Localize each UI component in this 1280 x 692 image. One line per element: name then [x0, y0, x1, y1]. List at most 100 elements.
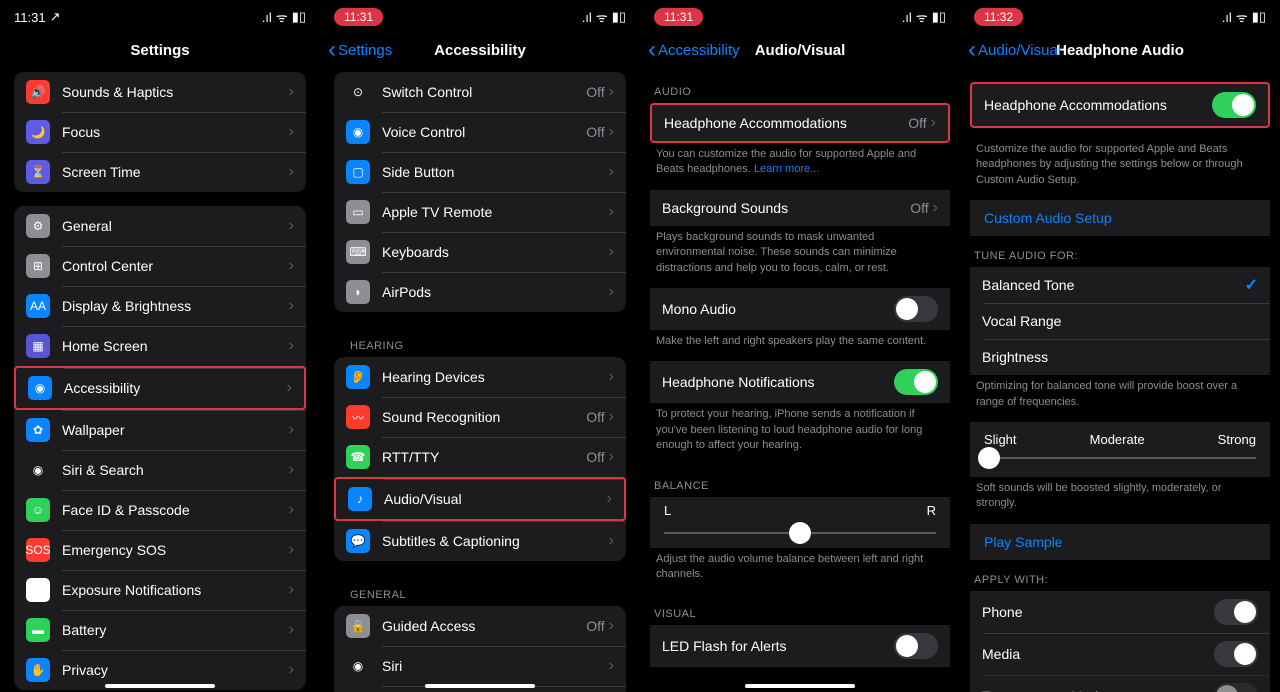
time: 11:31 — [334, 8, 383, 26]
row-apple-tv-remote[interactable]: ▭ Apple TV Remote › — [334, 192, 626, 232]
footer-text: Soft sounds will be boosted slightly, mo… — [960, 477, 1280, 524]
row-battery[interactable]: ▬ Battery › — [14, 610, 306, 650]
row-apply-transparency[interactable]: Transparency Mode — [970, 675, 1270, 692]
nav-back[interactable]: Settings — [328, 42, 392, 59]
row-siri-search[interactable]: ◉ Siri & Search › — [14, 450, 306, 490]
chevron-icon: › — [289, 541, 294, 559]
signal-icon: .ıl — [1222, 10, 1232, 25]
home-indicator[interactable] — [105, 684, 215, 688]
row-emergency-sos[interactable]: SOS Emergency SOS › — [14, 530, 306, 570]
home-indicator[interactable] — [425, 684, 535, 688]
tune-option-vocal-range[interactable]: Vocal Range — [970, 303, 1270, 339]
status-bar: 11:32 .ıl ᯤ ▮▯ — [960, 0, 1280, 34]
row-hearing-devices[interactable]: 👂 Hearing Devices › — [334, 357, 626, 397]
row-siri[interactable]: ◉ Siri › — [334, 646, 626, 686]
toggle-phone[interactable] — [1214, 599, 1258, 625]
setting-icon: ▢ — [346, 160, 370, 184]
signal-icon: .ıl — [262, 10, 272, 25]
row-home-screen[interactable]: ▦ Home Screen › — [14, 326, 306, 366]
row-side-button[interactable]: ▢ Side Button › — [334, 152, 626, 192]
strength-slider[interactable] — [984, 457, 1256, 459]
row-display-brightness[interactable]: AA Display & Brightness › — [14, 286, 306, 326]
setting-icon: 👂 — [346, 365, 370, 389]
chevron-icon: › — [289, 621, 294, 639]
checkmark-icon: ✓ — [1245, 275, 1258, 295]
row-background-sounds[interactable]: Background Sounds Off › — [650, 190, 950, 226]
setting-icon: ✿ — [26, 418, 50, 442]
home-indicator[interactable] — [745, 684, 855, 688]
balance-slider[interactable] — [664, 532, 936, 534]
setting-icon: ♪ — [348, 487, 372, 511]
row-guided-access[interactable]: 🔒 Guided Access Off › — [334, 606, 626, 646]
row-control-center[interactable]: ⊞ Control Center › — [14, 246, 306, 286]
chevron-icon: › — [289, 297, 294, 315]
nav-bar: Settings — [0, 34, 320, 72]
row-subtitles-captioning[interactable]: 💬 Subtitles & Captioning › — [334, 521, 626, 561]
chevron-icon: › — [609, 408, 614, 426]
setting-icon: ◉ — [26, 458, 50, 482]
learn-more-link[interactable]: Learn more... — [754, 163, 819, 175]
row-apply-media[interactable]: Media — [970, 633, 1270, 675]
wifi-icon: ᯤ — [596, 8, 608, 26]
setting-icon: ◉ — [28, 376, 52, 400]
footer-text: Customize the audio for supported Apple … — [960, 138, 1280, 200]
chevron-icon: › — [289, 581, 294, 599]
tune-option-balanced-tone[interactable]: Balanced Tone ✓ — [970, 267, 1270, 303]
setting-icon: ⊙ — [346, 80, 370, 104]
signal-icon: .ıl — [582, 10, 592, 25]
row-led-flash[interactable]: LED Flash for Alerts — [650, 625, 950, 667]
row-headphone-accommodations[interactable]: Headphone Accommodations Off › — [652, 105, 948, 141]
tune-option-brightness[interactable]: Brightness — [970, 339, 1270, 375]
toggle-mono-audio[interactable] — [894, 296, 938, 322]
row-accessibility[interactable]: ◉ Accessibility › — [14, 366, 306, 410]
nav-back[interactable]: Accessibility — [648, 42, 740, 59]
setting-icon: ◉ — [26, 578, 50, 602]
footer-text: Adjust the audio volume balance between … — [640, 548, 960, 595]
toggle-led-flash[interactable] — [894, 633, 938, 659]
row-voice-control[interactable]: ◉ Voice Control Off › — [334, 112, 626, 152]
footer-text: You can customize the audio for supporte… — [640, 143, 960, 190]
slider-label-moderate: Moderate — [1090, 432, 1145, 447]
row-headphone-notifications[interactable]: Headphone Notifications — [650, 361, 950, 403]
row-wallpaper[interactable]: ✿ Wallpaper › — [14, 410, 306, 450]
chevron-icon: › — [289, 461, 294, 479]
row-keyboards[interactable]: ⌨ Keyboards › — [334, 232, 626, 272]
chevron-icon: › — [289, 421, 294, 439]
time: 11:31 — [654, 8, 703, 26]
row-screen-time[interactable]: ⏳ Screen Time › — [14, 152, 306, 192]
row-audio-visual[interactable]: ♪ Audio/Visual › — [334, 477, 626, 521]
play-sample[interactable]: Play Sample — [970, 524, 1270, 560]
row-mono-audio[interactable]: Mono Audio — [650, 288, 950, 330]
row-airpods[interactable]: ◗ AirPods › — [334, 272, 626, 312]
nav-bar: Settings Accessibility — [320, 34, 640, 72]
toggle-transparency[interactable] — [1214, 683, 1258, 692]
chevron-icon: › — [289, 257, 294, 275]
footer-text: To protect your hearing, iPhone sends a … — [640, 403, 960, 465]
row-general[interactable]: ⚙ General › — [14, 206, 306, 246]
chevron-icon: › — [289, 661, 294, 679]
custom-audio-setup[interactable]: Custom Audio Setup — [970, 200, 1270, 236]
status-bar: 11:31 ↗ .ıl ᯤ ▮▯ — [0, 0, 320, 34]
setting-icon: ◉ — [346, 120, 370, 144]
row-sound-recognition[interactable]: 〰 Sound Recognition Off › — [334, 397, 626, 437]
setting-icon: ⊞ — [26, 254, 50, 278]
toggle-headphone-accommodations[interactable] — [1212, 92, 1256, 118]
row-rtt-tty[interactable]: ☎ RTT/TTY Off › — [334, 437, 626, 477]
chevron-icon: › — [609, 123, 614, 141]
setting-icon: 🔊 — [26, 80, 50, 104]
chevron-icon: › — [609, 203, 614, 221]
toggle-media[interactable] — [1214, 641, 1258, 667]
toggle-headphone-notifications[interactable] — [894, 369, 938, 395]
chevron-icon: › — [609, 368, 614, 386]
row-exposure-notifications[interactable]: ◉ Exposure Notifications › — [14, 570, 306, 610]
row-apply-phone[interactable]: Phone — [970, 591, 1270, 633]
row-sounds-haptics[interactable]: 🔊 Sounds & Haptics › — [14, 72, 306, 112]
row-face-id-passcode[interactable]: ☺ Face ID & Passcode › — [14, 490, 306, 530]
row-switch-control[interactable]: ⊙ Switch Control Off › — [334, 72, 626, 112]
row-headphone-accommodations[interactable]: Headphone Accommodations — [972, 84, 1268, 126]
nav-back[interactable]: Audio/Visual — [968, 42, 1061, 59]
row-focus[interactable]: 🌙 Focus › — [14, 112, 306, 152]
battery-icon: ▮▯ — [612, 9, 626, 25]
chevron-icon: › — [289, 163, 294, 181]
chevron-icon: › — [931, 114, 936, 132]
